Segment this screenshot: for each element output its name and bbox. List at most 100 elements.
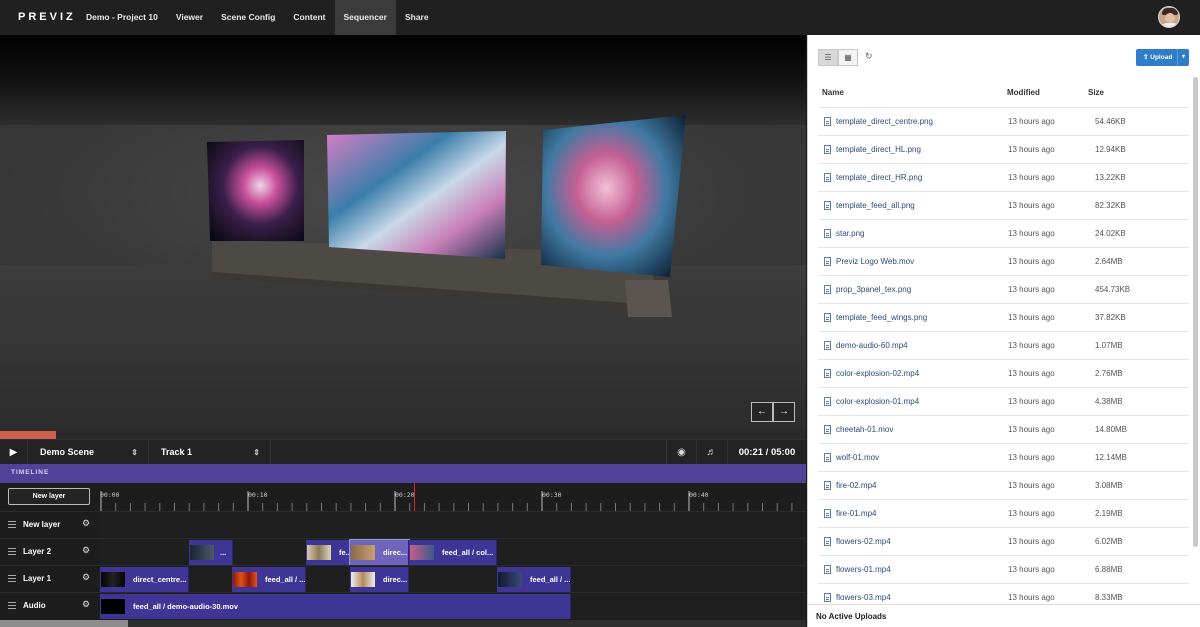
file-row[interactable]: fire-02.mp4 13 hours ago 3.08MB: [818, 471, 1189, 499]
scene-select[interactable]: Demo Scene ⇕: [28, 440, 149, 465]
file-row[interactable]: template_direct_HL.png 13 hours ago 12.94K…: [818, 135, 1189, 163]
file-name[interactable]: color-explosion-02.mp4: [836, 369, 919, 378]
column-header-modified[interactable]: Modified: [1007, 88, 1040, 97]
file-name[interactable]: template_feed_all.png: [836, 201, 915, 210]
timeline-clip[interactable]: feed_all / col...: [409, 540, 497, 565]
drag-handle-icon[interactable]: [8, 548, 16, 555]
file-name[interactable]: Previz Logo Web.mov: [836, 257, 914, 266]
upload-dropdown-icon[interactable]: ▾: [1177, 49, 1189, 66]
nav-project[interactable]: Demo - Project 10: [77, 0, 167, 35]
file-row[interactable]: flowers-01.mp4 13 hours ago 6.88MB: [818, 555, 1189, 583]
time-separator: /: [765, 447, 769, 458]
track-select[interactable]: Track 1 ⇕: [149, 440, 271, 465]
file-row[interactable]: Previz Logo Web.mov 13 hours ago 2.64MB: [818, 247, 1189, 275]
grid-view-icon[interactable]: ▦: [838, 49, 858, 66]
file-row[interactable]: template_feed_all.png 13 hours ago 82.32KB: [818, 191, 1189, 219]
file-name[interactable]: template_direct_HR.png: [836, 173, 922, 182]
file-row[interactable]: template_direct_centre.png 13 hours ago 54…: [818, 107, 1189, 135]
nav-sequencer[interactable]: Sequencer: [334, 0, 396, 35]
file-name[interactable]: template_feed_wings.png: [836, 313, 927, 322]
timeline-clip[interactable]: feed_all / ...: [232, 567, 306, 592]
file-name[interactable]: template_direct_centre.png: [836, 117, 933, 126]
file-modified: 13 hours ago: [1008, 425, 1055, 434]
file-name[interactable]: prop_3panel_tex.png: [836, 285, 911, 294]
timeline-scrollbar[interactable]: [0, 620, 806, 627]
file-modified: 13 hours ago: [1008, 341, 1055, 350]
play-icon[interactable]: ▶: [0, 440, 28, 465]
file-list-scrollbar[interactable]: [1193, 77, 1198, 547]
file-name[interactable]: wolf-01.mov: [836, 453, 879, 462]
timeline-clip-selected[interactable]: direc...: [349, 539, 410, 566]
arrow-right-icon[interactable]: →: [773, 402, 795, 422]
file-size: 14.80MB: [1095, 425, 1128, 434]
drag-handle-icon[interactable]: [8, 575, 16, 582]
list-view-icon[interactable]: ☰: [818, 49, 838, 66]
layer-lane[interactable]: feed_all / demo-audio-30.mov: [100, 593, 806, 620]
previz-app: PREVIZ Demo - Project 10 Viewer Scene Co…: [0, 0, 1200, 627]
layer-lane[interactable]: [100, 512, 806, 539]
gear-icon[interactable]: ⚙: [82, 599, 90, 610]
nav-viewer[interactable]: Viewer: [167, 0, 212, 35]
file-name[interactable]: star.png: [836, 229, 864, 238]
file-row[interactable]: cheetah-01.mov 13 hours ago 14.80MB: [818, 415, 1189, 443]
playback-progress[interactable]: [0, 431, 806, 439]
layer-label: Audio ⚙: [0, 593, 100, 620]
nav-share[interactable]: Share: [396, 0, 438, 35]
nav-content[interactable]: Content: [284, 0, 334, 35]
file-name[interactable]: template_direct_HL.png: [836, 145, 921, 154]
gear-icon[interactable]: ⚙: [82, 545, 90, 556]
file-name[interactable]: color-explosion-01.mp4: [836, 397, 919, 406]
timeline-clip[interactable]: ...: [189, 540, 233, 565]
file-size: 8.33MB: [1095, 593, 1123, 602]
file-row[interactable]: color-explosion-01.mp4 13 hours ago 4.38MB: [818, 387, 1189, 415]
scene-viewer[interactable]: ← →: [0, 35, 806, 431]
file-row[interactable]: wolf-01.mov 13 hours ago 12.14MB: [818, 443, 1189, 471]
file-row[interactable]: template_feed_wings.png 13 hours ago 37.82…: [818, 303, 1189, 331]
clip-thumbnail: [410, 545, 434, 560]
scene-select-value: Demo Scene: [40, 447, 95, 457]
column-header-size[interactable]: Size: [1088, 88, 1104, 97]
file-icon: [824, 229, 831, 238]
file-row[interactable]: flowers-02.mp4 13 hours ago 6.02MB: [818, 527, 1189, 555]
column-header-name[interactable]: Name: [822, 88, 844, 97]
file-row[interactable]: prop_3panel_tex.png 13 hours ago 454.73KB: [818, 275, 1189, 303]
layer-name: Layer 2: [23, 547, 52, 556]
file-row[interactable]: fire-01.mp4 13 hours ago 2.19MB: [818, 499, 1189, 527]
playhead[interactable]: [414, 483, 415, 511]
file-size: 2.64MB: [1095, 257, 1123, 266]
file-row[interactable]: template_direct_HR.png 13 hours ago 13.22K…: [818, 163, 1189, 191]
upload-status: No Active Uploads: [816, 612, 887, 621]
arrow-left-icon[interactable]: ←: [751, 402, 773, 422]
file-name[interactable]: flowers-01.mp4: [836, 565, 891, 574]
upload-button[interactable]: ⇧ Upload ▾: [1136, 49, 1189, 66]
nav-scene-config[interactable]: Scene Config: [212, 0, 284, 35]
layer-lane[interactable]: direct_centre... feed_all / ... direc...…: [100, 566, 806, 593]
file-name[interactable]: flowers-03.mp4: [836, 593, 891, 602]
app-logo[interactable]: PREVIZ: [18, 11, 76, 23]
drag-handle-icon[interactable]: [8, 602, 16, 609]
file-name[interactable]: demo-audio-60.mp4: [836, 341, 908, 350]
volume-icon[interactable]: ♬: [696, 440, 726, 465]
file-name[interactable]: cheetah-01.mov: [836, 425, 893, 434]
layer-lane[interactable]: ... fe... direc... feed_all / col...: [100, 539, 806, 566]
new-layer-button[interactable]: New layer: [8, 488, 90, 505]
timeline-clip[interactable]: feed_all / ...: [497, 567, 571, 592]
file-name[interactable]: fire-01.mp4: [836, 509, 876, 518]
scrollbar-thumb[interactable]: [0, 620, 128, 627]
file-name[interactable]: fire-02.mp4: [836, 481, 876, 490]
timeline-clip[interactable]: direct_centre...: [100, 567, 189, 592]
timeline-ruler[interactable]: 00:00 00:10 00:20 00:30 00:40: [100, 483, 806, 511]
file-row[interactable]: demo-audio-60.mp4 13 hours ago 1.07MB: [818, 331, 1189, 359]
timeline-clip[interactable]: feed_all / demo-audio-30.mov: [100, 594, 571, 619]
user-avatar[interactable]: [1158, 6, 1180, 28]
timeline-clip[interactable]: direc...: [350, 567, 409, 592]
file-name[interactable]: flowers-02.mp4: [836, 537, 891, 546]
gear-icon[interactable]: ⚙: [82, 572, 90, 583]
drag-handle-icon[interactable]: [8, 521, 16, 528]
file-row[interactable]: star.png 13 hours ago 24.02KB: [818, 219, 1189, 247]
file-row[interactable]: color-explosion-02.mp4 13 hours ago 2.76MB: [818, 359, 1189, 387]
timeline-clip[interactable]: fe...: [306, 540, 350, 565]
refresh-icon[interactable]: ↻: [865, 51, 873, 62]
camera-icon[interactable]: ◉: [666, 440, 696, 465]
gear-icon[interactable]: ⚙: [82, 518, 90, 529]
